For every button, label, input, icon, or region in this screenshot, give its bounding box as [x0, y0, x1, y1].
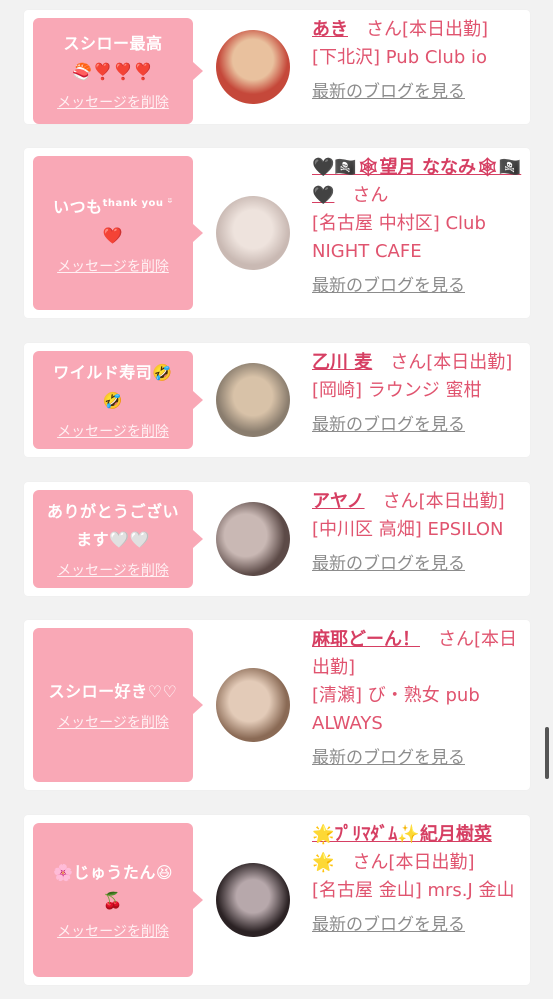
message-text: スシロー好き♡♡	[48, 682, 178, 701]
status-text: [本日出勤]	[426, 352, 513, 373]
cast-name-link[interactable]: 🌟ﾌﾟﾘﾏﾀﾞﾑ✨紀月樹菜	[312, 824, 492, 845]
delete-message-link[interactable]: メッセージを削除	[57, 712, 169, 732]
message-bubble: スシロー好き♡♡ メッセージを削除	[33, 628, 203, 782]
cast-name-link[interactable]: 🖤🏴‍☠️🕸望月 ななみ🕸🏴‍☠️🖤	[312, 157, 521, 206]
message-bubble: ワイルド寿司🤣 🤣 メッセージを削除	[33, 351, 203, 449]
delete-message-link[interactable]: メッセージを削除	[57, 421, 169, 441]
honorific: さん	[438, 629, 474, 650]
blog-link[interactable]: 最新のブログを見る	[312, 744, 524, 772]
honorific: さん	[366, 19, 402, 40]
honorific: さん	[382, 491, 419, 512]
message-text: いつもthank you ᵕ̈ ❤️	[53, 197, 173, 245]
message-bubble: スシロー最高 🍣❣️❣️❣️ メッセージを削除	[33, 18, 203, 124]
avatar[interactable]	[216, 196, 290, 270]
avatar[interactable]	[216, 363, 290, 437]
message-text: ワイルド寿司🤣 🤣	[53, 363, 173, 410]
message-text: スシロー最高 🍣❣️❣️❣️	[63, 34, 163, 81]
avatar[interactable]	[216, 668, 290, 742]
shop-name: [中川区 高畑] EPSILON	[312, 519, 504, 540]
avatar[interactable]	[216, 863, 290, 937]
message-bubble: 🌸じゅうたん😆 🍒 メッセージを削除	[33, 823, 203, 977]
delete-message-link[interactable]: メッセージを削除	[57, 92, 169, 112]
shop-name: [名古屋 中村区] Club NIGHT CAFE	[312, 213, 486, 262]
cast-info: 🌟ﾌﾟﾘﾏﾀﾞﾑ✨紀月樹菜 🌟 さん[本日出勤] [名古屋 金山] mrs.J …	[312, 821, 524, 939]
cast-info: アヤノ さん[本日出勤] [中川区 高畑] EPSILON 最新のブログを見る	[312, 488, 524, 578]
scrollbar-thumb[interactable]	[545, 727, 549, 779]
delete-message-link[interactable]: メッセージを削除	[57, 256, 169, 276]
cast-name-link[interactable]: あき	[312, 19, 348, 40]
cast-info: 🖤🏴‍☠️🕸望月 ななみ🕸🏴‍☠️🖤 さん [名古屋 中村区] Club NIG…	[312, 154, 524, 300]
blog-link[interactable]: 最新のブログを見る	[312, 78, 524, 106]
status-text: [本日出勤]	[388, 852, 475, 873]
cast-info: あき さん[本日出勤] [下北沢] Pub Club io 最新のブログを見る	[312, 16, 524, 106]
message-card: ワイルド寿司🤣 🤣 メッセージを削除 乙川 麦 さん[本日出勤] [岡崎] ラウン…	[24, 343, 530, 457]
blog-link[interactable]: 最新のブログを見る	[312, 911, 524, 939]
honorific: さん	[352, 185, 389, 206]
honorific: さん	[390, 352, 427, 373]
message-card: いつもthank you ᵕ̈ ❤️ メッセージを削除 🖤🏴‍☠️🕸望月 ななみ🕸…	[24, 148, 530, 318]
cast-name-link[interactable]: アヤノ	[312, 491, 365, 512]
shop-name: [清瀬] び・熟女 pub ALWAYS	[312, 685, 480, 734]
message-bubble: ありがとうござい ます🤍🤍 メッセージを削除	[33, 490, 203, 588]
message-card: スシロー最高 🍣❣️❣️❣️ メッセージを削除 あき さん[本日出勤] [下北沢]…	[24, 10, 530, 124]
status-text: [本日出勤]	[402, 19, 489, 40]
shop-name: [名古屋 金山] mrs.J 金山	[312, 880, 515, 901]
cast-name-link[interactable]: 乙川 麦	[312, 352, 372, 373]
status-text: [本日出勤]	[418, 491, 505, 512]
avatar[interactable]	[216, 502, 290, 576]
blog-link[interactable]: 最新のブログを見る	[312, 272, 524, 300]
shop-name: [下北沢] Pub Club io	[312, 47, 487, 68]
message-card: スシロー好き♡♡ メッセージを削除 麻耶どーん！ さん[本日出勤] [清瀬] び…	[24, 620, 530, 790]
shop-name: [岡崎] ラウンジ 蜜柑	[312, 380, 482, 401]
message-card: ありがとうござい ます🤍🤍 メッセージを削除 アヤノ さん[本日出勤] [中川区 …	[24, 482, 530, 596]
message-text: ありがとうござい ます🤍🤍	[46, 502, 179, 549]
delete-message-link[interactable]: メッセージを削除	[57, 560, 169, 580]
cast-info: 乙川 麦 さん[本日出勤] [岡崎] ラウンジ 蜜柑 最新のブログを見る	[312, 349, 524, 439]
avatar[interactable]	[216, 30, 290, 104]
cast-info: 麻耶どーん！ さん[本日出勤] [清瀬] び・熟女 pub ALWAYS 最新の…	[312, 626, 524, 772]
name-decoration: 🌟	[312, 852, 335, 873]
blog-link[interactable]: 最新のブログを見る	[312, 550, 524, 578]
delete-message-link[interactable]: メッセージを削除	[57, 921, 169, 941]
honorific: さん	[352, 852, 389, 873]
blog-link[interactable]: 最新のブログを見る	[312, 411, 524, 439]
cast-name-link[interactable]: 麻耶どーん！	[312, 629, 420, 650]
message-bubble: いつもthank you ᵕ̈ ❤️ メッセージを削除	[33, 156, 203, 310]
message-text: 🌸じゅうたん😆 🍒	[52, 863, 174, 910]
message-card: 🌸じゅうたん😆 🍒 メッセージを削除 🌟ﾌﾟﾘﾏﾀﾞﾑ✨紀月樹菜 🌟 さん[本日出…	[24, 815, 530, 985]
